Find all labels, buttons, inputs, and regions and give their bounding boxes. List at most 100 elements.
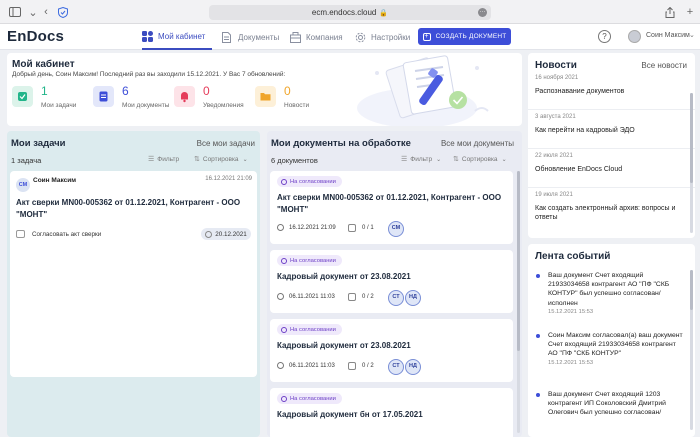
news-item[interactable]: 16 ноября 2021 Распознавание документов [535, 75, 685, 96]
create-document-button[interactable]: + СОЗДАТЬ ДОКУМЕНТ [418, 28, 511, 45]
shield-icon[interactable] [56, 5, 70, 19]
lock-icon: 🔒 [379, 9, 389, 17]
document-title[interactable]: Кадровый документ от 23.08.2021 [277, 271, 507, 283]
tab-settings[interactable]: Настройки [355, 24, 410, 50]
document-title[interactable]: Кадровый документ от 23.08.2021 [277, 340, 507, 352]
approver-chip[interactable]: СТ [388, 359, 404, 375]
news-date: 16 ноября 2021 [535, 75, 579, 81]
logo[interactable]: EnDocs [7, 28, 64, 45]
checkbox-icon [348, 293, 356, 301]
share-icon[interactable] [663, 5, 677, 19]
help-icon[interactable]: ? [598, 30, 611, 43]
sort-icon: ⇅ [453, 156, 459, 163]
back-icon[interactable]: ‹ [39, 5, 53, 19]
cabinet-panel: Мой кабинет Добрый день, Соин Максим! По… [7, 53, 522, 126]
tab-my-cabinet[interactable]: Мой кабинет [142, 24, 212, 50]
events-title: Лента событий [535, 251, 611, 262]
sort-button[interactable]: ⇅ Сортировка ⌄ [453, 155, 507, 164]
chevron-down-icon: ⌄ [501, 156, 507, 163]
clock-icon [281, 326, 287, 333]
task-card[interactable]: СМ Соин Максим 16.12.2021 21:09 Акт свер… [10, 171, 257, 377]
approver-chip[interactable]: СМ [388, 221, 404, 237]
document-card[interactable]: На согласовании Кадровый документ бн от … [270, 388, 513, 437]
unread-dot [536, 393, 540, 397]
all-tasks-link[interactable]: Все мои задачи [197, 139, 255, 148]
stat-value: 0 [284, 84, 291, 98]
divider [528, 148, 695, 149]
tab-company[interactable]: Компания [290, 24, 343, 50]
sort-label: Сортировка [461, 155, 498, 163]
tasks-title: Мои задачи [11, 138, 66, 149]
news-panel: Новости Все новости 16 ноября 2021 Распо… [528, 53, 695, 238]
tab-documents[interactable]: Документы [222, 24, 279, 50]
filter-button[interactable]: ☰ Фильтр ⌄ [401, 155, 441, 164]
stat-value: 1 [41, 84, 48, 98]
due-date: 20.12.2021 [215, 230, 247, 238]
new-tab-icon[interactable]: + [683, 5, 697, 19]
event-item[interactable]: Ваш документ Счет входящий 1203 контраге… [536, 390, 686, 418]
approval-progress: 0 / 2 [348, 362, 374, 370]
document-icon [222, 31, 233, 43]
document-card[interactable]: На согласовании Кадровый документ от 23.… [270, 319, 513, 382]
news-date: 3 августа 2021 [535, 114, 576, 120]
divider [528, 187, 695, 188]
clock-icon [277, 224, 284, 231]
event-item[interactable]: Ваш документ Счет входящий 21933034658 к… [536, 271, 686, 315]
news-text: Обновление EnDocs Cloud [535, 166, 623, 173]
approval-progress: 0 / 2 [348, 293, 374, 301]
filter-label: Фильтр [157, 155, 180, 163]
task-title[interactable]: Акт сверки МN00-005362 от 01.12.2021, Ко… [16, 197, 251, 220]
documents-illustration [347, 53, 522, 126]
more-icon[interactable]: ··· [478, 8, 487, 17]
news-item[interactable]: 3 августа 2021 Как перейти на кадровый Э… [535, 114, 685, 135]
event-item[interactable]: Соин Максим согласовал(а) ваш документ С… [536, 331, 686, 366]
url-text: ecm.endocs.cloud [311, 8, 377, 17]
filter-button[interactable]: ☰ Фильтр [148, 155, 180, 164]
building-icon [290, 31, 301, 43]
status-badge: На согласовании [277, 176, 342, 187]
user-name[interactable]: Соин Максим [646, 32, 690, 39]
event-text: Соин Максим согласовал(а) ваш документ С… [548, 332, 683, 358]
filter-icon: ☰ [148, 156, 155, 163]
sidebar-toggle-icon[interactable] [8, 5, 22, 19]
clock-icon [281, 395, 287, 402]
approval-progress: 0 / 1 [348, 224, 374, 232]
filter-icon: ☰ [401, 156, 408, 163]
approver-chip[interactable]: СТ [388, 290, 404, 306]
sort-button[interactable]: ⇅ Сортировка ⌄ [194, 155, 248, 164]
news-text: Как перейти на кадровый ЭДО [535, 127, 635, 134]
news-text: Как создать электронный архив: вопросы и… [535, 205, 676, 222]
event-time: 15.12.2021 15:53 [548, 359, 594, 366]
news-item[interactable]: 19 июля 2021 Как создать электронный арх… [535, 192, 685, 223]
document-title[interactable]: Кадровый документ бн от 17.05.2021 [277, 409, 507, 421]
stat-value: 0 [203, 84, 210, 98]
clock-icon [281, 257, 287, 264]
scrollbar-thumb[interactable] [517, 171, 520, 351]
bell-icon [174, 86, 195, 107]
news-date: 19 июля 2021 [535, 192, 573, 198]
unread-dot [536, 334, 540, 338]
checkbox-icon [348, 224, 356, 232]
status-badge: На согласовании [277, 324, 342, 335]
event-text: Ваш документ Счет входящий 1203 контраге… [548, 391, 666, 417]
address-bar[interactable]: ecm.endocs.cloud 🔒 ··· [209, 5, 491, 20]
app-header: EnDocs Мой кабинет Документы Компания На… [0, 24, 700, 50]
approver-chip[interactable]: НД [405, 290, 421, 306]
avatar[interactable] [628, 30, 641, 43]
chevron-down-icon[interactable]: ⌄ [26, 5, 40, 19]
news-item[interactable]: 22 июля 2021 Обновление EnDocs Cloud [535, 153, 685, 174]
document-card[interactable]: На согласовании Кадровый документ от 23.… [270, 250, 513, 313]
chevron-down-icon[interactable]: ⌄ [689, 31, 695, 39]
all-news-link[interactable]: Все новости [641, 61, 687, 70]
scrollbar-thumb[interactable] [690, 270, 693, 310]
checkbox-icon [348, 362, 356, 370]
document-title[interactable]: Акт сверки МN00-005362 от 01.12.2021, Ко… [277, 192, 507, 215]
scrollbar-thumb[interactable] [690, 93, 693, 183]
all-documents-link[interactable]: Все мои документы [441, 139, 514, 148]
event-time: 15.12.2021 15:53 [548, 308, 594, 315]
stat-label: Мои документы [122, 102, 170, 109]
tasks-icon [12, 86, 33, 107]
approver-chip[interactable]: НД [405, 359, 421, 375]
document-card[interactable]: На согласовании Акт сверки МN00-005362 о… [270, 171, 513, 244]
status-badge: На согласовании [277, 393, 342, 404]
